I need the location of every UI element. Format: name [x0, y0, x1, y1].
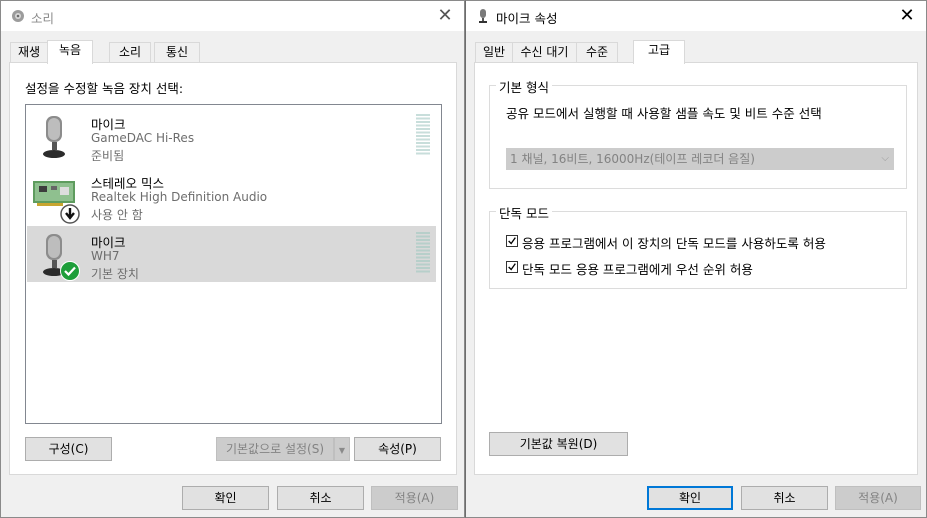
button-label: 확인	[678, 491, 702, 505]
tab-label: 소리	[118, 45, 142, 59]
button-label: 기본값 복원(D)	[519, 437, 598, 451]
button-label: 속성(P)	[378, 442, 417, 456]
tab-strip: 일반 수신 대기 수준 고급	[475, 40, 915, 64]
close-button[interactable]: ✕	[896, 5, 918, 27]
tab-communications[interactable]: 통신	[154, 42, 200, 62]
button-label: 기본값으로 설정(S)	[225, 442, 325, 456]
default-format-group: 기본 형식 공유 모드에서 실행할 때 사용할 샘플 속도 및 비트 수준 선택…	[489, 77, 907, 189]
set-default-dropdown-button[interactable]: ▼	[334, 437, 350, 461]
device-detail: GameDAC Hi-Res	[91, 131, 195, 145]
device-detail: WH7	[91, 249, 120, 263]
microphone-icon	[43, 116, 65, 158]
speaker-icon	[12, 10, 24, 22]
instruction-text: 설정을 수정할 녹음 장치 선택:	[25, 81, 184, 96]
green-check-badge-icon	[60, 261, 80, 281]
tab-listen[interactable]: 수신 대기	[512, 42, 577, 62]
tab-strip: 재생 녹음 소리 통신	[10, 40, 450, 64]
ok-button[interactable]: 확인	[182, 486, 269, 510]
tab-label: 녹음	[58, 43, 82, 57]
button-label: 구성(C)	[48, 442, 89, 456]
cancel-button[interactable]: 취소	[741, 486, 828, 510]
microphone-properties-dialog: 마이크 속성 ✕ 일반 수신 대기 수준 고급 기본 형식 공유 모드에서 실행…	[465, 0, 927, 518]
microphone-icon	[479, 9, 487, 23]
title-bar: 소리 ✕	[1, 1, 464, 31]
tab-label: 수신 대기	[520, 45, 569, 59]
device-item[interactable]: 스테레오 믹스 Realtek High Definition Audio 사용…	[27, 167, 436, 224]
advanced-panel: 기본 형식 공유 모드에서 실행할 때 사용할 샘플 속도 및 비트 수준 선택…	[474, 62, 918, 475]
group-label: 단독 모드	[496, 203, 552, 222]
tab-recording[interactable]: 녹음	[47, 40, 93, 64]
button-label: 적용(A)	[858, 491, 898, 505]
tab-playback[interactable]: 재생	[10, 42, 48, 62]
down-arrow-badge-icon	[60, 204, 80, 224]
tab-label: 재생	[17, 45, 41, 59]
check-icon	[508, 237, 516, 245]
level-meter	[416, 232, 430, 273]
device-status: 준비됨	[91, 149, 125, 163]
window-title: 소리	[31, 11, 55, 26]
device-list[interactable]: 마이크 GameDAC Hi-Res 준비됨 스테레오 믹스 Realtek H…	[25, 104, 442, 424]
button-label: 취소	[773, 491, 796, 505]
button-label: 취소	[309, 491, 332, 505]
level-meter	[416, 114, 430, 155]
tab-label: 수준	[585, 45, 609, 59]
title-bar: 마이크 속성 ✕	[466, 1, 926, 31]
window-title: 마이크 속성	[496, 11, 558, 26]
device-status: 기본 장치	[91, 267, 139, 281]
chevron-down-icon: ⌵	[881, 153, 889, 164]
device-status: 사용 안 함	[91, 208, 143, 222]
group-label: 기본 형식	[496, 77, 552, 96]
close-button[interactable]: ✕	[434, 5, 456, 27]
device-detail: Realtek High Definition Audio	[91, 190, 268, 204]
chevron-down-icon: ▼	[338, 446, 346, 455]
exclusive-mode-group: 단독 모드 응용 프로그램에서 이 장치의 단독 모드를 사용하도록 허용 단독…	[489, 203, 907, 289]
device-item[interactable]: 마이크 GameDAC Hi-Res 준비됨	[27, 108, 436, 164]
allow-exclusive-checkbox[interactable]	[506, 235, 518, 247]
exclusive-priority-checkbox[interactable]	[506, 261, 518, 273]
apply-button[interactable]: 적용(A)	[835, 486, 921, 510]
apply-button[interactable]: 적용(A)	[371, 486, 458, 510]
button-label: 적용(A)	[394, 491, 435, 505]
tab-advanced[interactable]: 고급	[633, 40, 685, 64]
tab-label: 고급	[647, 43, 671, 57]
check-icon	[508, 263, 516, 271]
properties-button[interactable]: 속성(P)	[354, 437, 441, 461]
button-label: 확인	[214, 491, 237, 505]
format-description: 공유 모드에서 실행할 때 사용할 샘플 속도 및 비트 수준 선택	[506, 106, 822, 121]
select-value: 1 채널, 16비트, 16000Hz(테이프 레코더 음질)	[510, 152, 755, 166]
device-item-selected[interactable]: 마이크 WH7 기본 장치	[27, 226, 436, 282]
tab-sounds[interactable]: 소리	[109, 42, 151, 62]
sound-dialog: 소리 ✕ 재생 녹음 소리 통신 설정을 수정할 녹음 장치 선택: 마이크 G…	[0, 0, 465, 518]
tab-label: 통신	[165, 45, 189, 59]
configure-button[interactable]: 구성(C)	[25, 437, 112, 461]
checkbox-label: 단독 모드 응용 프로그램에게 우선 순위 허용	[522, 262, 753, 277]
restore-defaults-button[interactable]: 기본값 복원(D)	[489, 432, 628, 456]
cancel-button[interactable]: 취소	[277, 486, 364, 510]
set-default-button[interactable]: 기본값으로 설정(S)	[216, 437, 334, 461]
checkbox-label: 응용 프로그램에서 이 장치의 단독 모드를 사용하도록 허용	[522, 236, 826, 251]
tab-general[interactable]: 일반	[475, 42, 513, 62]
format-select[interactable]: 1 채널, 16비트, 16000Hz(테이프 레코더 음질) ⌵	[506, 148, 894, 170]
ok-button[interactable]: 확인	[647, 486, 733, 510]
tab-label: 일반	[482, 45, 506, 59]
tab-levels[interactable]: 수준	[576, 42, 618, 62]
